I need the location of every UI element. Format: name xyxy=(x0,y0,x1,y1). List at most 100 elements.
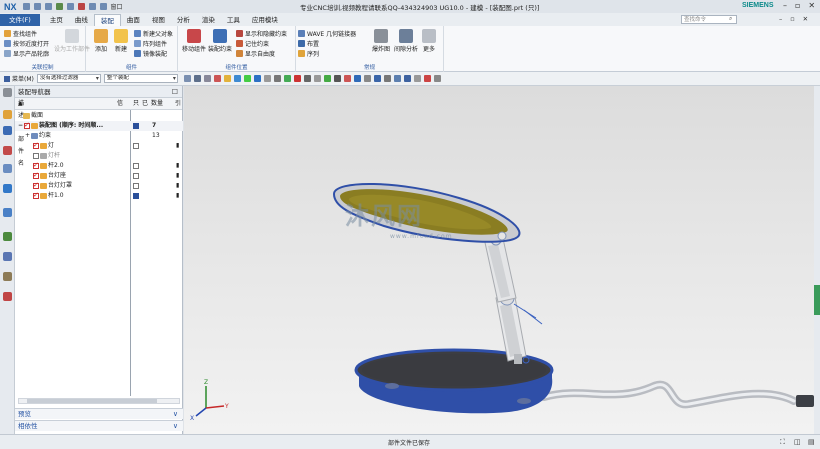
quadrant-icon[interactable] xyxy=(313,75,321,82)
show-product-outline-button[interactable]: 显示产品轮廓 xyxy=(4,49,49,58)
window-menu[interactable]: 窗口 xyxy=(111,2,123,11)
manufacturing-wizard-icon[interactable] xyxy=(3,252,12,261)
arc-center-icon[interactable] xyxy=(303,75,311,82)
tree-row-component[interactable]: 台灯座 ▮ xyxy=(15,170,183,181)
preview-panel-toggle[interactable]: 预览 ∨ xyxy=(15,408,183,419)
set-work-part-button[interactable]: 设为工作部件 xyxy=(54,29,90,53)
search-icon[interactable]: ⌕ xyxy=(729,15,732,23)
tree-row-component[interactable]: 台灯灯罩 ▮ xyxy=(15,180,183,191)
settings-icon[interactable] xyxy=(3,88,12,97)
endpoint-icon[interactable] xyxy=(263,75,271,82)
column-name[interactable]: 描述性部件名 ▲ xyxy=(18,98,24,167)
expand-icon[interactable]: + xyxy=(25,131,30,141)
tab-home[interactable]: 主页 xyxy=(44,14,69,26)
edge-select-icon[interactable] xyxy=(243,75,251,82)
fit-icon[interactable] xyxy=(363,75,371,82)
maximize-panel-icon[interactable]: ☐ xyxy=(172,86,178,98)
curve-select-icon[interactable] xyxy=(253,75,261,82)
layout-button[interactable]: 布置 xyxy=(298,39,319,48)
rotate-icon[interactable] xyxy=(393,75,401,82)
layer-icon[interactable] xyxy=(433,75,441,82)
tab-curve[interactable]: 曲线 xyxy=(69,14,94,26)
restore-ribbon-icon[interactable]: ▫ xyxy=(790,15,794,23)
point-on-curve-icon[interactable] xyxy=(333,75,341,82)
tree-row-root-assembly[interactable]: − 装配图 (顺序: 时间顺... 7 xyxy=(15,120,183,131)
new-parent-button[interactable]: 新建父对象 xyxy=(134,29,173,38)
wave-linker-button[interactable]: WAVE 几何链接器 xyxy=(298,29,356,38)
face-select-icon[interactable] xyxy=(233,75,241,82)
assembly-navigator-icon[interactable] xyxy=(3,110,12,119)
visibility-checkbox[interactable] xyxy=(33,153,39,159)
sequence-button[interactable]: 序列 xyxy=(298,49,319,58)
history-icon[interactable] xyxy=(3,208,12,217)
visibility-checkbox[interactable] xyxy=(33,140,39,150)
scroll-thumb[interactable] xyxy=(27,399,157,403)
move-component-button[interactable]: 移动组件 xyxy=(182,29,206,53)
redo-icon[interactable] xyxy=(44,3,52,10)
tree-row-component[interactable]: 杆2.0 ▮ xyxy=(15,160,183,171)
add-component-button[interactable]: 添加 xyxy=(94,29,108,53)
pan-icon[interactable] xyxy=(383,75,391,82)
column-info[interactable]: 信 xyxy=(117,98,123,110)
cut-icon[interactable] xyxy=(55,3,63,10)
zoom-icon[interactable] xyxy=(373,75,381,82)
copy-icon[interactable] xyxy=(66,3,74,10)
control-point-icon[interactable] xyxy=(283,75,291,82)
assembly-constraints-button[interactable]: 装配约束 xyxy=(208,29,232,53)
paste-icon[interactable] xyxy=(77,3,85,10)
exploded-view-button[interactable]: 爆炸图 xyxy=(372,29,390,53)
midpoint-icon[interactable] xyxy=(273,75,281,82)
roles-icon[interactable] xyxy=(3,272,12,281)
show-hide-constraints-button[interactable]: 显示和隐藏约束 xyxy=(236,29,287,38)
visibility-checkbox[interactable] xyxy=(24,120,31,130)
close-part-icon[interactable]: ✕ xyxy=(803,15,808,23)
web-browser-icon[interactable] xyxy=(3,184,12,193)
tree-row-component[interactable]: 灯 ▮ xyxy=(15,140,183,151)
lamp-model[interactable]: Z Y X xyxy=(184,86,814,434)
existing-point-icon[interactable] xyxy=(323,75,331,82)
body-select-icon[interactable] xyxy=(223,75,231,82)
close-icon[interactable]: ✕ xyxy=(808,1,815,10)
repeat-command-icon[interactable] xyxy=(88,3,96,10)
tab-tools[interactable]: 工具 xyxy=(221,14,246,26)
intersection-icon[interactable] xyxy=(293,75,301,82)
bounded-grid-icon[interactable] xyxy=(353,75,361,82)
part-navigator-icon[interactable] xyxy=(3,146,12,155)
feature-select-icon[interactable] xyxy=(203,75,211,82)
tab-file[interactable]: 文件(F) xyxy=(0,14,40,26)
reuse-library-icon[interactable] xyxy=(3,164,12,173)
side-panel-tab[interactable] xyxy=(814,285,820,315)
tree-row-component[interactable]: 灯杆 xyxy=(15,151,183,161)
interference-analysis-button[interactable]: 间隙分析 xyxy=(394,29,418,53)
notification-icon[interactable]: ◫ xyxy=(794,438,801,446)
switch-window-icon[interactable] xyxy=(99,3,107,10)
tab-view[interactable]: 视图 xyxy=(146,14,171,26)
fullscreen-icon[interactable]: ⛶ xyxy=(780,438,785,447)
selection-filter-dropdown[interactable]: 没有选择过滤器 xyxy=(36,74,101,83)
remember-constraints-button[interactable]: 记住约束 xyxy=(236,39,269,48)
mirror-assembly-button[interactable]: 镜像装配 xyxy=(134,49,167,58)
visibility-checkbox[interactable] xyxy=(33,190,39,200)
shaded-icon[interactable] xyxy=(403,75,411,82)
tab-applications[interactable]: 应用模块 xyxy=(246,14,284,26)
more-button[interactable]: 更多 xyxy=(422,29,436,53)
column-modified[interactable]: 已 xyxy=(142,98,148,110)
point-on-face-icon[interactable] xyxy=(343,75,351,82)
status-menu-icon[interactable]: ▤ xyxy=(808,438,815,446)
tab-analysis[interactable]: 分析 xyxy=(171,14,196,26)
tree-row-sections[interactable]: 截面 xyxy=(15,111,183,121)
process-studio-icon[interactable] xyxy=(3,232,12,241)
tree-row-constraints[interactable]: + 约束 13 xyxy=(15,131,183,141)
minimize-icon[interactable]: – xyxy=(783,1,787,10)
visibility-checkbox[interactable] xyxy=(33,170,39,180)
tab-surface[interactable]: 曲面 xyxy=(121,14,146,26)
open-by-proximity-button[interactable]: 按邻近度打开 xyxy=(4,39,49,48)
selection-scope-dropdown[interactable]: 整个装配 xyxy=(103,74,178,83)
collapse-icon[interactable]: − xyxy=(18,121,23,131)
menu-button[interactable]: 菜单(M) xyxy=(4,74,34,83)
new-component-button[interactable]: 新建 xyxy=(114,29,128,53)
constraint-navigator-icon[interactable] xyxy=(3,126,12,135)
restore-icon[interactable]: ▫ xyxy=(795,1,800,10)
dependencies-panel-toggle[interactable]: 相依性 ∨ xyxy=(15,420,183,431)
column-count[interactable]: 数量 xyxy=(151,98,163,110)
